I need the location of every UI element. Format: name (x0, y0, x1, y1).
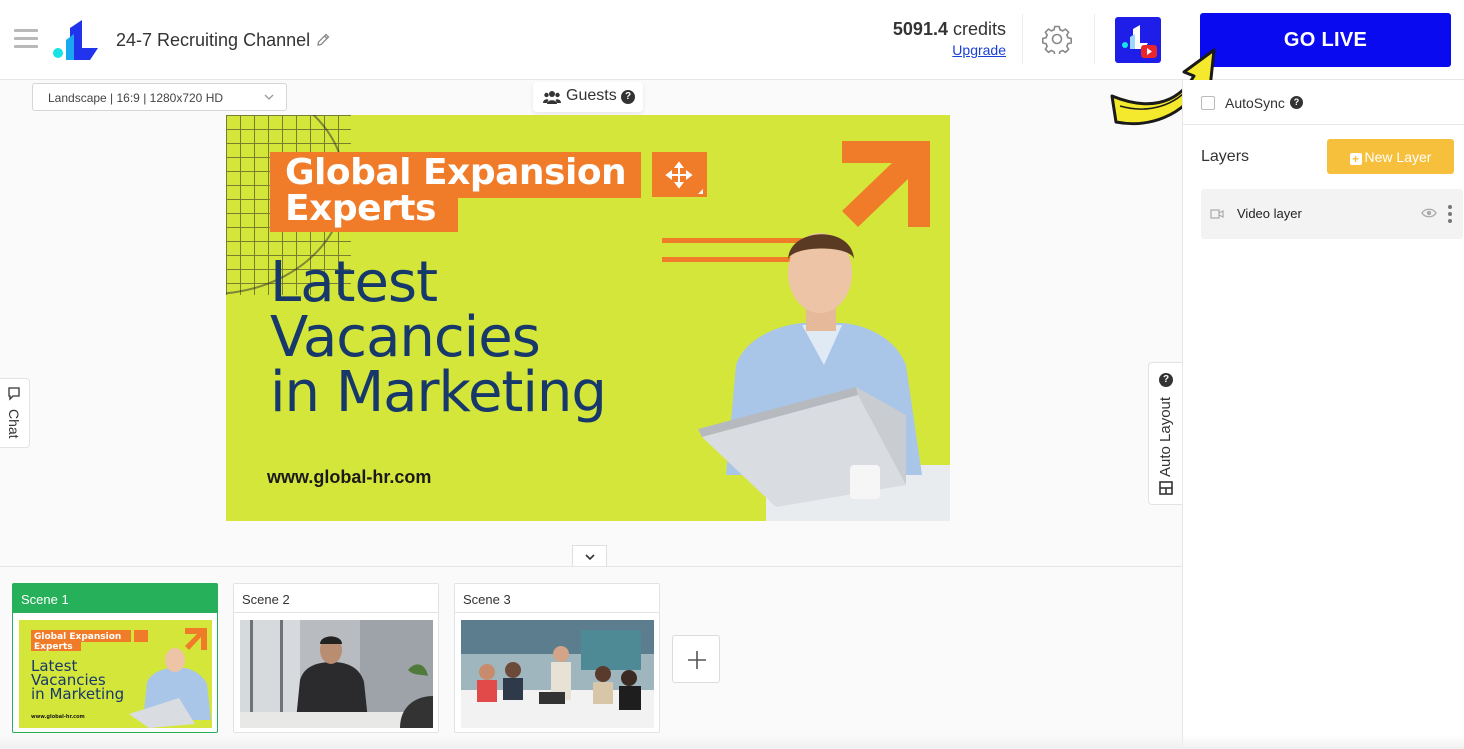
chat-tab[interactable]: Chat (0, 378, 30, 448)
more-vertical-icon[interactable] (1447, 203, 1453, 225)
scene-label: Scene 1 (13, 584, 217, 613)
autosync-checkbox[interactable] (1201, 96, 1215, 110)
auto-layout-tab[interactable]: ? Auto Layout (1148, 362, 1182, 505)
headline-line: Experts (285, 188, 436, 229)
scene-thumbnail: Global Expansion Experts Latest Vacancie… (19, 620, 212, 728)
layers-title: Layers (1201, 148, 1250, 165)
add-scene-button[interactable] (672, 635, 720, 683)
layer-item[interactable]: Video layer (1201, 189, 1463, 239)
main-copy-line: Vacancies (270, 305, 541, 370)
autosync-label: AutoSync (1225, 95, 1285, 111)
gear-icon[interactable] (1042, 24, 1072, 54)
canvas-headline: Global Expansion Experts (285, 152, 627, 229)
chevron-down-icon (264, 94, 274, 100)
main-copy-line: Latest (270, 250, 438, 315)
headline-line: Global Expansion (285, 152, 627, 193)
layout-icon (1159, 481, 1173, 495)
new-layer-label: New Layer (1364, 148, 1432, 165)
scene-card[interactable]: Scene 2 (233, 583, 439, 733)
help-icon[interactable]: ? (1290, 96, 1303, 109)
bottom-fade (0, 735, 1464, 749)
thumb-text: Experts (34, 642, 73, 652)
panel-divider (1183, 124, 1464, 125)
aspect-ratio-value: Landscape | 16:9 | 1280x720 HD (48, 91, 224, 105)
thumb-text: www.global-hr.com (31, 714, 85, 720)
channel-name: 24-7 Recruiting Channel (116, 30, 311, 50)
thumb-text: Global Expansion (34, 632, 121, 642)
eye-icon[interactable] (1421, 207, 1437, 219)
stream-canvas[interactable]: Global Expansion Experts Latest Vacancie… (226, 115, 950, 521)
scene-1-preview: Global Expansion Experts Latest Vacancie… (31, 628, 211, 728)
main-copy-line: in Marketing (270, 360, 607, 425)
move-handle[interactable] (652, 152, 707, 197)
scene-card[interactable]: Scene 1 Global Expansion Experts Latest … (12, 583, 218, 733)
plus-icon (688, 651, 706, 669)
help-icon[interactable]: ? (1159, 373, 1173, 387)
top-header: 24-7 Recruiting Channel 5091.4 credits U… (0, 0, 1464, 80)
layer-name: Video layer (1237, 206, 1302, 221)
video-camera-icon (1210, 209, 1224, 219)
person-with-laptop-image (698, 233, 950, 521)
canvas-main-copy: Latest Vacancies in Marketing (270, 250, 607, 425)
credits-value: 5091.4 (892, 19, 948, 39)
plus-square-icon: + (1349, 152, 1362, 165)
scene-3-preview (461, 620, 654, 728)
collapse-scenes-button[interactable] (572, 545, 607, 567)
pencil-icon[interactable] (315, 32, 331, 48)
help-icon[interactable]: ? (621, 90, 635, 104)
scene-2-preview (240, 620, 433, 728)
hamburger-menu-icon[interactable] (14, 29, 38, 49)
new-layer-button[interactable]: + New Layer (1327, 139, 1454, 174)
thumb-text: in Marketing (31, 685, 124, 703)
guests-button[interactable]: Guests ? (533, 82, 643, 112)
canvas-url: www.global-hr.com (267, 467, 432, 487)
move-icon (665, 161, 703, 194)
go-live-button[interactable]: GO LIVE (1200, 13, 1451, 67)
credits-label: credits (952, 19, 1006, 39)
studio-app: 24-7 Recruiting Channel 5091.4 credits U… (0, 0, 1464, 749)
scene-label: Scene 3 (455, 584, 659, 613)
scene-thumbnail (461, 620, 654, 728)
chat-tab-label: Chat (6, 409, 22, 439)
brand-logo[interactable] (52, 18, 104, 62)
scene-card[interactable]: Scene 3 (454, 583, 660, 733)
upgrade-link[interactable]: Upgrade (930, 42, 1006, 58)
credits-display: 5091.4 credits (860, 19, 1006, 40)
chevron-down-icon (585, 554, 595, 561)
header-divider (1094, 14, 1095, 64)
guests-label: Guests (566, 87, 617, 104)
scene-thumbnail (240, 620, 433, 728)
header-divider (1022, 14, 1023, 64)
chat-icon (8, 387, 20, 401)
right-panel: AutoSync ? Layers + New Layer Video layer (1182, 80, 1464, 749)
auto-layout-label: Auto Layout (1157, 396, 1174, 477)
scene-label: Scene 2 (234, 584, 438, 613)
users-icon (543, 91, 561, 104)
aspect-ratio-select[interactable]: Landscape | 16:9 | 1280x720 HD (32, 83, 287, 111)
scenes-bar: Scene 1 Global Expansion Experts Latest … (0, 566, 1182, 749)
